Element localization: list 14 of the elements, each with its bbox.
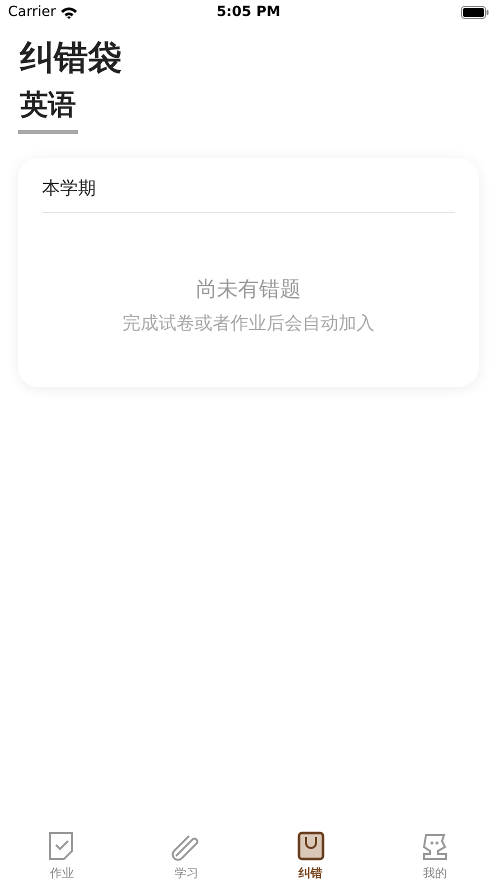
tab-bar-item[interactable]: 学习 <box>124 831 248 883</box>
card-heading: 本学期 <box>42 177 96 201</box>
tab-bar-item[interactable]: 纠错 <box>248 831 373 883</box>
empty-hint: 完成试卷或者作业后会自动加入 <box>122 312 374 335</box>
bag-icon <box>296 831 325 861</box>
tab-bar-item[interactable]: 作业 <box>0 831 124 883</box>
subject-tab[interactable]: 英语 <box>18 86 78 134</box>
carrier-label: Carrier <box>8 4 56 20</box>
page-title: 纠错袋 <box>18 37 123 80</box>
tab-bar-item[interactable]: 我的 <box>372 831 497 883</box>
empty-title: 尚未有错题 <box>196 276 301 303</box>
battery-icon <box>461 6 490 18</box>
wifi-icon <box>60 6 78 18</box>
status-time: 5:05 PM <box>216 4 280 20</box>
